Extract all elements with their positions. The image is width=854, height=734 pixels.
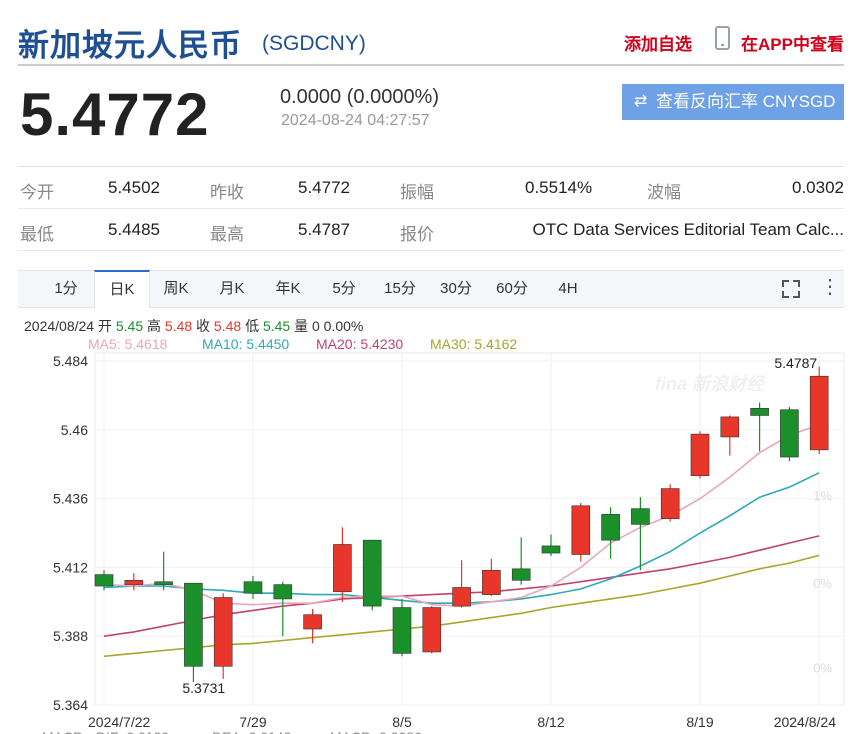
x-tick-label: 8/5: [392, 714, 412, 730]
candle-body: [333, 544, 352, 593]
macd-footer-label: DEA: 0.0143: [212, 729, 292, 734]
candle-body: [720, 416, 740, 438]
plot-frame: [94, 352, 845, 706]
macd-footer-label: MACD: [42, 729, 83, 734]
y-tick-label: 5.436: [53, 491, 88, 507]
candle-body: [452, 587, 471, 607]
x-tick-label: 2024/7/22: [88, 714, 150, 730]
price-annotation: 5.4787: [774, 355, 817, 371]
candle-body: [94, 574, 114, 587]
y-tick-label: 5.388: [53, 628, 88, 644]
candle-body: [631, 508, 650, 525]
candle-body: [809, 375, 829, 451]
watermark-logo: fina 新浪财经: [655, 374, 767, 394]
candle-body: [303, 614, 322, 630]
candle-body: [601, 514, 620, 541]
x-tick-label: 2024/8/24: [774, 714, 836, 730]
x-tick-label: 8/19: [686, 714, 713, 730]
candle-body: [482, 569, 501, 595]
y-tick-label: 5.412: [53, 559, 88, 575]
candle-body: [213, 597, 233, 667]
pct-tick-label: 1%: [813, 489, 832, 504]
candle-body: [184, 582, 203, 667]
candle-body: [392, 607, 412, 654]
y-tick-label: 5.484: [53, 353, 88, 369]
candle-body: [660, 488, 680, 519]
svg-text:fina 新浪财经: fina 新浪财经: [655, 374, 767, 394]
macd-footer-label: DIF: 0.0109: [96, 729, 169, 734]
price-annotation: 5.3731: [182, 680, 225, 696]
candle-body: [541, 545, 561, 554]
candle-body: [124, 579, 144, 585]
y-tick-label: 5.364: [53, 697, 88, 713]
pct-tick-label: 0%: [813, 576, 832, 591]
candle-body: [511, 568, 531, 581]
candle-body: [780, 409, 799, 458]
kline-chart[interactable]: 5.484 5.46 5.436 5.412 5.388 5.3642024/7/22 7/…: [0, 0, 854, 734]
candle-body: [750, 407, 769, 416]
candle-body: [154, 581, 173, 585]
candle-body: [571, 505, 591, 555]
x-tick-label: 7/29: [239, 714, 266, 730]
candle-body: [690, 433, 710, 476]
candle-body: [243, 581, 263, 594]
candle-body: [362, 539, 382, 607]
x-tick-label: 8/12: [537, 714, 564, 730]
y-tick-label: 5.46: [61, 422, 88, 438]
candle-body: [273, 584, 293, 600]
candle-body: [422, 607, 442, 653]
pct-tick-label: 0%: [813, 661, 832, 676]
macd-footer-label: MACD: 0.0086: [330, 729, 422, 734]
